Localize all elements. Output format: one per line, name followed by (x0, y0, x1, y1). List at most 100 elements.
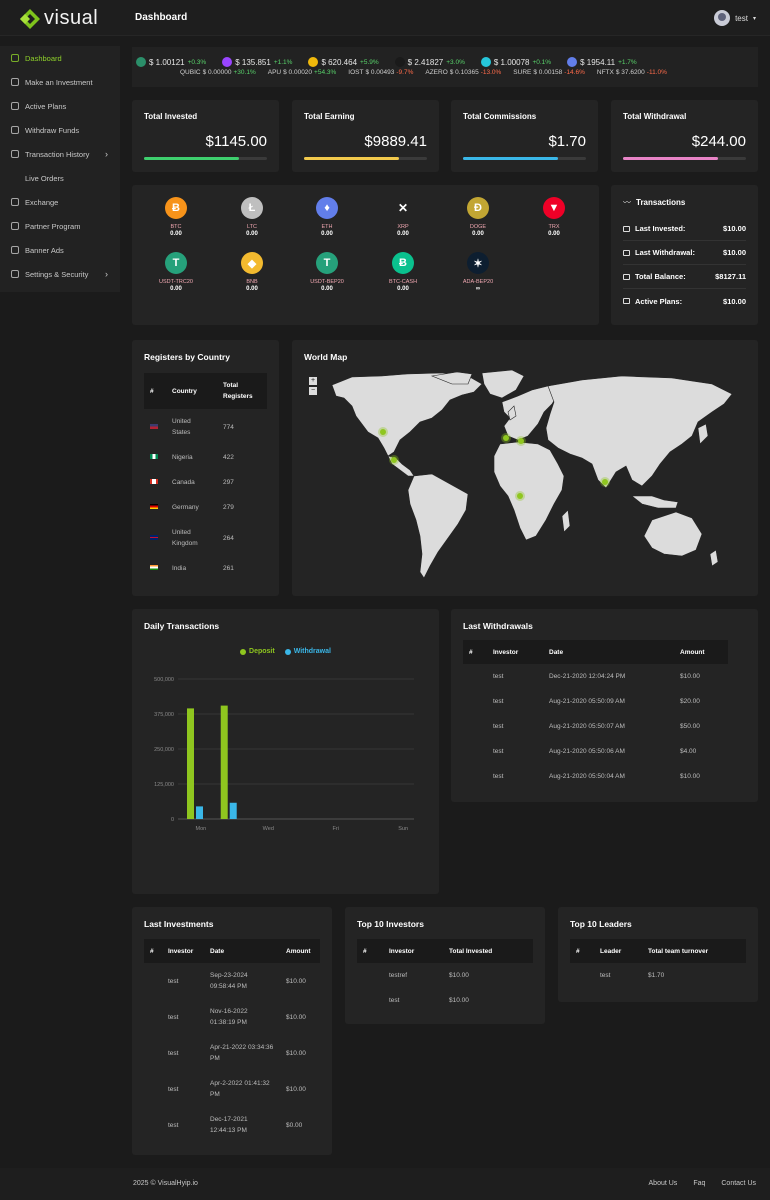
amount: $10.00 (286, 977, 306, 985)
sidebar-item-withdraw-funds[interactable]: Withdraw Funds (0, 118, 120, 142)
flag-ca-icon (150, 479, 158, 484)
progress-bar (623, 157, 746, 160)
wallet-icon (623, 225, 630, 232)
footer-links: About Us Faq Contact Us (649, 1180, 756, 1187)
ticker-item[interactable]: $ 135.851 +1.1% (222, 57, 292, 67)
col-header: Date (204, 939, 280, 963)
bar-withdrawal-mon[interactable] (196, 806, 203, 819)
country-name: United States (172, 418, 191, 436)
coin-eth[interactable]: ♦ ETH 0.00 (299, 197, 355, 237)
stat-value: $1145.00 (205, 133, 267, 150)
x-tick-label: Fri (333, 826, 339, 832)
ticker-item[interactable]: $ 1954.11 +1.7% (567, 57, 637, 67)
coin-btc-cash[interactable]: Ƀ BTC-CASH 0.00 (375, 252, 431, 292)
chevron-right-icon: › (105, 269, 108, 279)
table-row: India 261 (144, 556, 267, 581)
investor: test (168, 1085, 179, 1093)
footer-link-faq[interactable]: Faq (693, 1180, 705, 1187)
xrp-icon: ✕ (392, 197, 414, 219)
row-index (463, 664, 487, 689)
flag-in-icon (150, 565, 158, 570)
stat-value: $244.00 (691, 133, 746, 150)
country-name: India (172, 565, 187, 572)
row-index (463, 764, 487, 789)
coin-bnb[interactable]: ◆ BNB 0.00 (224, 252, 280, 292)
ticker-item[interactable]: SURE $ 0.00158 -14.6% (513, 69, 585, 76)
ticker-item[interactable]: $ 1.00078 +0.1% (480, 57, 552, 67)
amount: $10.00 (680, 773, 700, 780)
ticker-item[interactable]: APU $ 0.00020 +54.3% (268, 69, 337, 76)
progress-fill (623, 157, 718, 160)
table-row: United Kingdom 264 (144, 520, 267, 556)
col-header: # (144, 939, 162, 963)
table-row: Nigeria 422 (144, 445, 267, 470)
col-header: Investor (162, 939, 204, 963)
transaction-label-wrap: Active Plans: (623, 297, 723, 306)
date: Apr-21-2022 03:34:36 PM (210, 1044, 274, 1062)
sidebar-item-banner-ads[interactable]: Banner Ads (0, 238, 120, 262)
stat-value: $1.70 (548, 133, 586, 150)
logo-icon (20, 8, 40, 29)
ticker-item[interactable]: QUBIC $ 0.00000 +30.1% (180, 69, 256, 76)
logo[interactable]: visual (20, 7, 98, 30)
sidebar-item-active-plans[interactable]: Active Plans (0, 94, 120, 118)
sidebar-item-make-an-investment[interactable]: Make an Investment (0, 70, 120, 94)
user-menu[interactable]: test ▾ (714, 10, 756, 26)
date: Aug-21-2020 05:50:06 AM (549, 748, 625, 755)
bar-withdrawal-tue[interactable] (229, 802, 237, 819)
bar-deposit-mon[interactable] (187, 708, 194, 819)
table-row: test Aug-21-2020 05:50:09 AM $20.00 (463, 689, 728, 714)
investments-table: # Investor Date Amount test Sep-23-2024 0… (144, 939, 320, 1143)
coin-usdt-trc20[interactable]: T USDT-TRC20 0.00 (148, 252, 204, 292)
sidebar-item-dashboard[interactable]: Dashboard (0, 46, 120, 70)
ticker-item[interactable]: NFTX $ 37.6200 -11.0% (597, 69, 667, 76)
sidebar-item-label: Settings & Security (25, 269, 89, 279)
menu-icon (11, 78, 19, 86)
ticker-change: +30.1% (233, 69, 256, 76)
coin-ltc[interactable]: Ł LTC 0.00 (224, 197, 280, 237)
btc-cash-icon: Ƀ (392, 252, 414, 274)
investor: test (493, 723, 504, 730)
transaction-row: Active Plans: $10.00 (623, 289, 746, 313)
ticker-item[interactable]: IOST $ 0.00493 -9.7% (348, 69, 413, 76)
ticker-item[interactable]: AZERO $ 0.10365 -13.0% (425, 69, 501, 76)
stat-card-total-earning: Total Earning $9889.41 (292, 100, 439, 172)
sidebar-item-partner-program[interactable]: Partner Program (0, 214, 120, 238)
sidebar-item-transaction-history[interactable]: Transaction History › (0, 142, 120, 166)
ticker-change: +0.1% (532, 58, 552, 66)
investor: test (493, 673, 504, 680)
amount: $10.00 (680, 673, 700, 680)
row-index (463, 714, 487, 739)
ticker-item[interactable]: $ 1.00121 +0.3% (136, 57, 206, 67)
stat-card-total-invested: Total Invested $1145.00 (132, 100, 279, 172)
menu-icon (11, 150, 19, 158)
world-map[interactable] (292, 340, 758, 596)
ticker-change: +1.1% (273, 58, 293, 66)
coin-usdt-bep20[interactable]: T USDT-BEP20 0.00 (299, 252, 355, 292)
sidebar-item-label: Withdraw Funds (25, 125, 80, 135)
ticker-item[interactable]: $ 2.41827 +3.0% (394, 57, 465, 67)
coin-ada-bep20[interactable]: ✶ ADA-BEP20 ∞ (450, 252, 506, 292)
flag-us-icon (150, 423, 158, 429)
transaction-row: Last Withdrawal: $10.00 (623, 241, 746, 265)
footer-link-about[interactable]: About Us (649, 1180, 678, 1187)
coin-trx[interactable]: ▼ TRX 0.00 (526, 197, 582, 237)
ticker-item[interactable]: $ 620.464 +5.9% (308, 57, 379, 67)
top-leaders-card: Top 10 Leaders # Leader Total team turno… (558, 907, 758, 1002)
sidebar-item-live-orders[interactable]: Live Orders (0, 166, 120, 190)
transaction-label: Active Plans: (635, 296, 683, 306)
coin-btc[interactable]: Ƀ BTC 0.00 (148, 197, 204, 237)
coin-xrp[interactable]: ✕ XRP 0.00 (375, 197, 431, 237)
footer-link-contact[interactable]: Contact Us (721, 1180, 756, 1187)
sidebar-item-exchange[interactable]: Exchange (0, 190, 120, 214)
table-row: test Sep-23-2024 09:58:44 PM $10.00 (144, 963, 320, 999)
usdt-bep20-icon: T (316, 252, 338, 274)
trx-icon: ▼ (543, 197, 565, 219)
sidebar-item-settings-security[interactable]: Settings & Security › (0, 262, 120, 286)
ticker-change: +3.0% (446, 58, 465, 66)
bar-deposit-tue[interactable] (220, 705, 228, 819)
ticker-price: $ 0.00000 (202, 69, 232, 76)
page-title: Dashboard (135, 12, 188, 23)
coin-doge[interactable]: Ð DOGE 0.00 (450, 197, 506, 237)
total-invested: $10.00 (449, 997, 469, 1004)
